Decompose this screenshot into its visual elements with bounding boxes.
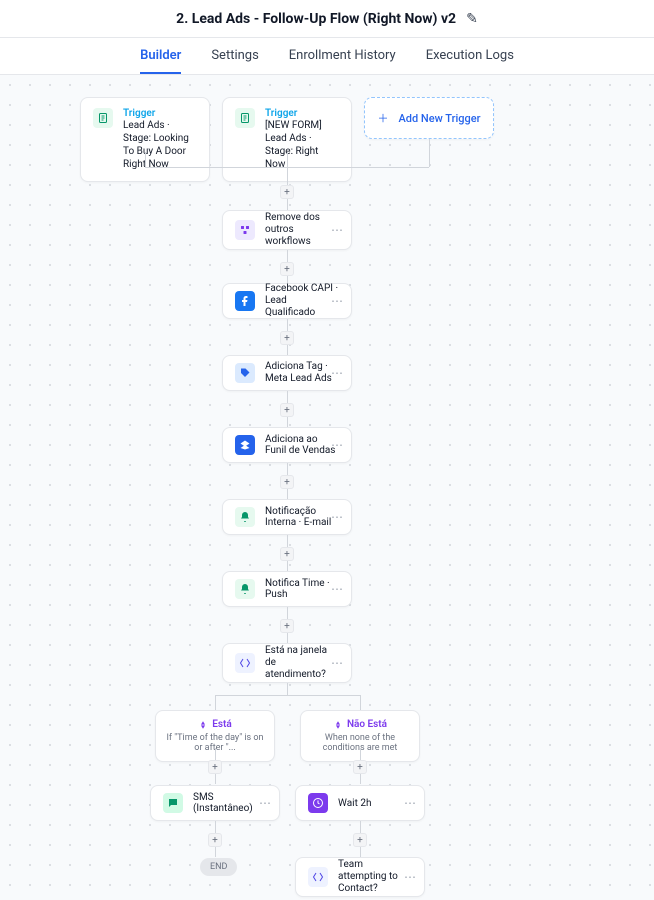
- connector: [360, 695, 361, 710]
- connector: [360, 821, 361, 833]
- more-icon[interactable]: ⋯: [331, 510, 343, 524]
- add-step-button[interactable]: +: [280, 475, 294, 489]
- add-step-button[interactable]: +: [208, 760, 222, 774]
- connector: [429, 139, 430, 167]
- connector: [360, 847, 361, 857]
- connector: [287, 535, 288, 547]
- add-step-button[interactable]: +: [280, 403, 294, 417]
- add-step-button[interactable]: +: [280, 185, 294, 199]
- action-add-funnel[interactable]: Adiciona ao Funil de Vendas ⋯: [222, 427, 352, 463]
- connector: [287, 250, 288, 262]
- connector: [287, 633, 288, 643]
- trigger-text: Lead Ads · Stage: Looking To Buy A Door …: [123, 119, 197, 171]
- more-icon[interactable]: ⋯: [404, 870, 416, 884]
- connector: [287, 463, 288, 475]
- action-facebook-capi[interactable]: Facebook CAPI · Lead Qualificado ⋯: [222, 283, 352, 319]
- action-label: Adiciona Tag · Meta Lead Ads: [265, 361, 339, 385]
- plus-icon: ＋: [377, 110, 388, 126]
- tab-builder[interactable]: Builder: [140, 38, 181, 74]
- trigger-text: [NEW FORM] Lead Ads · Stage: Right Now: [265, 119, 339, 171]
- workflow-icon: [235, 220, 255, 240]
- action-notify-team[interactable]: Notifica Time · Push ⋯: [222, 571, 352, 607]
- connector: [215, 695, 216, 710]
- connector: [287, 607, 288, 619]
- bell-icon: [235, 507, 255, 527]
- connector: [287, 276, 288, 283]
- more-icon[interactable]: ⋯: [404, 796, 416, 810]
- action-sms[interactable]: SMS (Instantâneo) ⋯: [150, 785, 280, 821]
- connector: [360, 748, 361, 760]
- action-remove-workflows[interactable]: Remove dos outros workflows ⋯: [222, 210, 352, 250]
- add-step-button[interactable]: +: [353, 833, 367, 847]
- action-label: Wait 2h: [338, 798, 371, 809]
- tag-icon: [235, 363, 255, 383]
- add-step-button[interactable]: +: [353, 760, 367, 774]
- tab-execution-logs[interactable]: Execution Logs: [426, 38, 514, 74]
- connector: [287, 417, 288, 427]
- connector: [145, 152, 146, 167]
- connector: [287, 199, 288, 210]
- connector: [215, 695, 360, 696]
- branch-title: Está: [166, 719, 264, 730]
- connector: [215, 774, 216, 784]
- action-label: Está na janela de atendimento?: [265, 645, 339, 681]
- trigger-card[interactable]: Trigger Lead Ads · Stage: Looking To Buy…: [80, 97, 210, 182]
- action-label: Remove dos outros workflows: [265, 212, 339, 248]
- add-trigger-button[interactable]: ＋ Add New Trigger: [364, 97, 494, 139]
- add-step-button[interactable]: +: [280, 619, 294, 633]
- connector: [215, 847, 216, 857]
- branch-icon: [308, 867, 328, 887]
- action-label: Adiciona ao Funil de Vendas: [265, 434, 339, 456]
- funnel-icon: [235, 435, 255, 455]
- action-internal-notification[interactable]: Notificação Interna · E-mail ⋯: [222, 499, 352, 535]
- action-label: Notificação Interna · E-mail: [265, 506, 339, 528]
- add-trigger-label: Add New Trigger: [398, 112, 480, 125]
- connector: [215, 748, 216, 760]
- condition-attendance-window[interactable]: Está na janela de atendimento? ⋯: [222, 643, 352, 683]
- more-icon[interactable]: ⋯: [259, 796, 271, 810]
- branch-icon: [235, 653, 255, 673]
- action-label: Facebook CAPI · Lead Qualificado: [265, 283, 339, 319]
- bell-icon: [235, 579, 255, 599]
- connector: [287, 683, 288, 695]
- add-step-button[interactable]: +: [280, 547, 294, 561]
- connector: [287, 561, 288, 571]
- tab-enrollment-history[interactable]: Enrollment History: [289, 38, 396, 74]
- branch-title: Não Está: [311, 719, 409, 730]
- connector: [287, 489, 288, 499]
- add-step-button[interactable]: +: [280, 331, 294, 345]
- connector: [287, 345, 288, 355]
- condition-team-attempting[interactable]: Team attempting to Contact? ⋯: [295, 857, 425, 897]
- more-icon[interactable]: ⋯: [331, 223, 343, 237]
- add-step-button[interactable]: +: [280, 262, 294, 276]
- action-label: SMS (Instantâneo): [193, 792, 267, 814]
- add-step-button[interactable]: +: [208, 833, 222, 847]
- connector: [360, 774, 361, 784]
- form-icon: [93, 108, 113, 128]
- page-title: 2. Lead Ads - Follow-Up Flow (Right Now)…: [176, 11, 456, 27]
- action-label: Team attempting to Contact?: [338, 859, 412, 895]
- end-node: END: [200, 858, 237, 876]
- more-icon[interactable]: ⋯: [331, 656, 343, 670]
- action-label: Notifica Time · Push: [265, 578, 339, 600]
- trigger-label: Trigger: [123, 108, 197, 119]
- connector: [287, 391, 288, 403]
- connector: [287, 319, 288, 331]
- action-add-tag[interactable]: Adiciona Tag · Meta Lead Ads ⋯: [222, 355, 352, 391]
- more-icon[interactable]: ⋯: [331, 366, 343, 380]
- connector: [215, 821, 216, 833]
- form-icon: [235, 108, 255, 128]
- sms-icon: [163, 793, 183, 813]
- edit-title-icon[interactable]: ✎: [466, 11, 478, 27]
- tab-settings[interactable]: Settings: [211, 38, 258, 74]
- flow-canvas[interactable]: Trigger Lead Ads · Stage: Looking To Buy…: [0, 75, 654, 900]
- action-wait[interactable]: Wait 2h ⋯: [295, 785, 425, 821]
- more-icon[interactable]: ⋯: [331, 582, 343, 596]
- more-icon[interactable]: ⋯: [331, 294, 343, 308]
- connector: [287, 167, 288, 185]
- clock-icon: [308, 793, 328, 813]
- facebook-icon: [235, 291, 255, 311]
- more-icon[interactable]: ⋯: [331, 438, 343, 452]
- trigger-label: Trigger: [265, 108, 339, 119]
